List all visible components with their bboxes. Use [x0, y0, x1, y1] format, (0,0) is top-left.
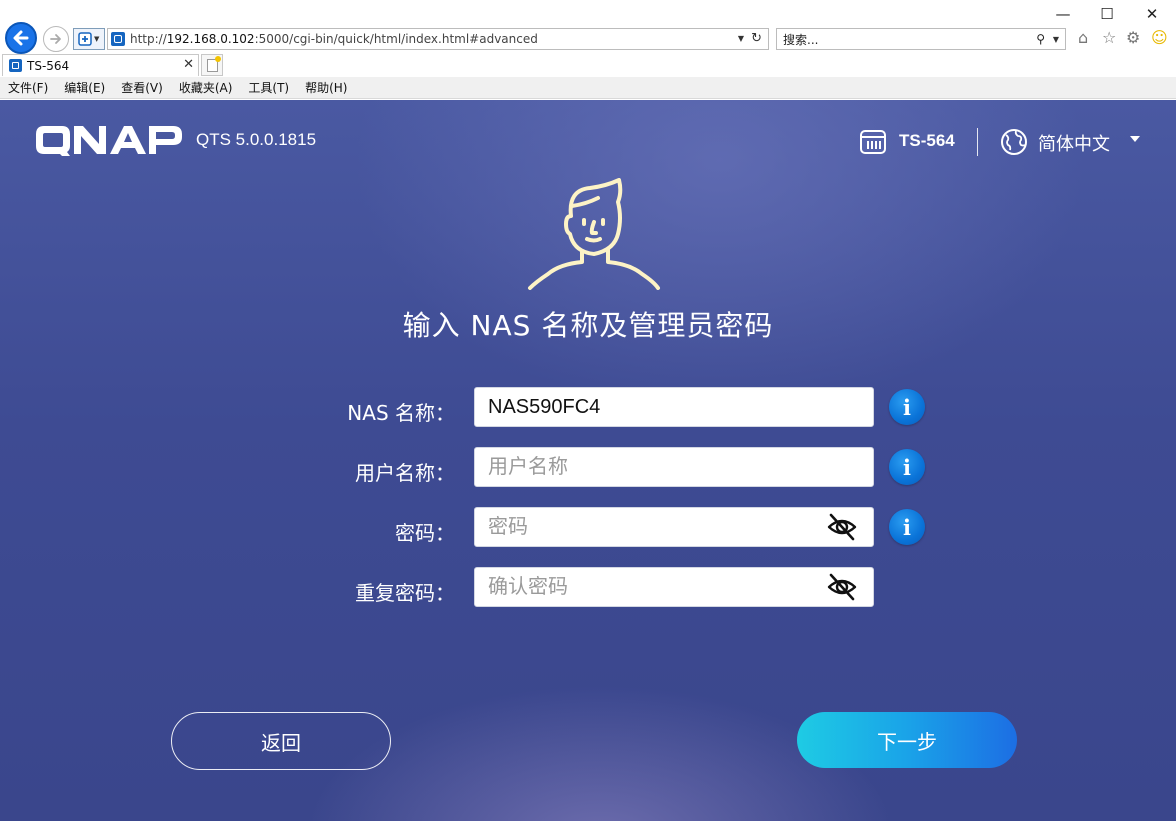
menu-help[interactable]: 帮助(H)	[305, 79, 347, 96]
browser-chrome: — ☐ ✕ ▼ http://192.168.0.102:5000/cgi-bi…	[0, 0, 1176, 100]
site-security-badge[interactable]: ▼	[73, 28, 105, 50]
password-label: 密码：	[395, 521, 455, 545]
arrow-right-icon	[50, 34, 61, 44]
new-tab-button[interactable]	[201, 54, 223, 76]
home-icon[interactable]: ⌂	[1078, 28, 1088, 47]
setup-page: QTS 5.0.0.1815 TS-564 简体中文 输入 NAS 名称及管理员…	[0, 100, 1176, 821]
url-prefix: http://	[130, 32, 167, 46]
menu-view[interactable]: 查看(V)	[121, 79, 163, 96]
form-title: 输入 NAS 名称及管理员密码	[402, 309, 774, 342]
username-label: 用户名称：	[355, 461, 455, 485]
qnap-logo	[36, 126, 182, 156]
shield-plus-icon	[78, 32, 92, 46]
eye-slash-icon[interactable]	[826, 512, 858, 542]
language-selector[interactable]: 简体中文	[1038, 130, 1110, 156]
browser-forward-button[interactable]	[43, 26, 69, 52]
nas-model-name[interactable]: TS-564	[899, 131, 955, 151]
tab-title: TS-564	[27, 58, 70, 73]
nas-name-label: NAS 名称：	[347, 401, 455, 425]
qnap-tab-favicon-icon	[9, 59, 22, 72]
arrow-left-icon	[13, 30, 29, 46]
nas-device-icon[interactable]	[859, 129, 887, 155]
menu-edit[interactable]: 编辑(E)	[64, 79, 105, 96]
username-input[interactable]	[474, 447, 874, 487]
user-avatar-icon	[528, 178, 660, 290]
close-tab-icon[interactable]: ✕	[183, 57, 194, 72]
url-host: 192.168.0.102	[166, 32, 255, 46]
favorites-star-icon[interactable]: ☆	[1102, 28, 1116, 47]
maximize-button[interactable]: ☐	[1094, 4, 1120, 24]
password-input[interactable]	[474, 507, 874, 547]
search-dropdown-icon[interactable]: ▼	[1053, 35, 1059, 44]
header-divider	[977, 128, 978, 156]
eye-slash-icon[interactable]	[826, 572, 858, 602]
browser-back-button[interactable]	[5, 22, 37, 54]
address-dropdown-icon[interactable]: ▼	[738, 34, 744, 43]
tab-ts-564[interactable]: TS-564 ✕	[2, 54, 199, 76]
nas-name-input[interactable]	[474, 387, 874, 427]
close-window-button[interactable]: ✕	[1139, 4, 1165, 24]
minimize-button[interactable]: —	[1050, 4, 1076, 24]
refresh-icon[interactable]: ↻	[751, 31, 762, 46]
qnap-favicon-icon	[111, 32, 125, 46]
password-info-icon[interactable]: i	[889, 509, 925, 545]
next-button[interactable]: 下一步	[797, 712, 1017, 768]
chevron-down-icon: ▼	[94, 35, 100, 43]
nas-name-info-icon[interactable]: i	[889, 389, 925, 425]
search-input[interactable]: 搜索... ⚲ ▼	[776, 28, 1066, 50]
chevron-down-icon[interactable]	[1130, 136, 1140, 142]
globe-icon[interactable]	[1000, 128, 1028, 156]
back-button[interactable]: 返回	[171, 712, 391, 770]
confirm-password-input[interactable]	[474, 567, 874, 607]
settings-gear-icon[interactable]: ⚙	[1126, 28, 1140, 47]
confirm-password-label: 重复密码：	[355, 581, 455, 605]
menu-file[interactable]: 文件(F)	[8, 79, 48, 96]
smiley-feedback-icon[interactable]: ☺	[1151, 28, 1168, 47]
firmware-version: QTS 5.0.0.1815	[196, 130, 317, 149]
menu-favorites[interactable]: 收藏夹(A)	[179, 79, 233, 96]
menu-bar: 文件(F) 编辑(E) 查看(V) 收藏夹(A) 工具(T) 帮助(H)	[0, 77, 1176, 99]
new-tab-icon	[206, 55, 221, 72]
tab-row: TS-564 ✕	[0, 54, 1176, 76]
url-path: :5000/cgi-bin/quick/html/index.html#adva…	[254, 32, 538, 46]
username-info-icon[interactable]: i	[889, 449, 925, 485]
address-bar[interactable]: http://192.168.0.102:5000/cgi-bin/quick/…	[107, 28, 769, 50]
search-placeholder: 搜索...	[783, 32, 819, 47]
menu-tools[interactable]: 工具(T)	[248, 79, 289, 96]
search-icon[interactable]: ⚲	[1036, 32, 1045, 46]
